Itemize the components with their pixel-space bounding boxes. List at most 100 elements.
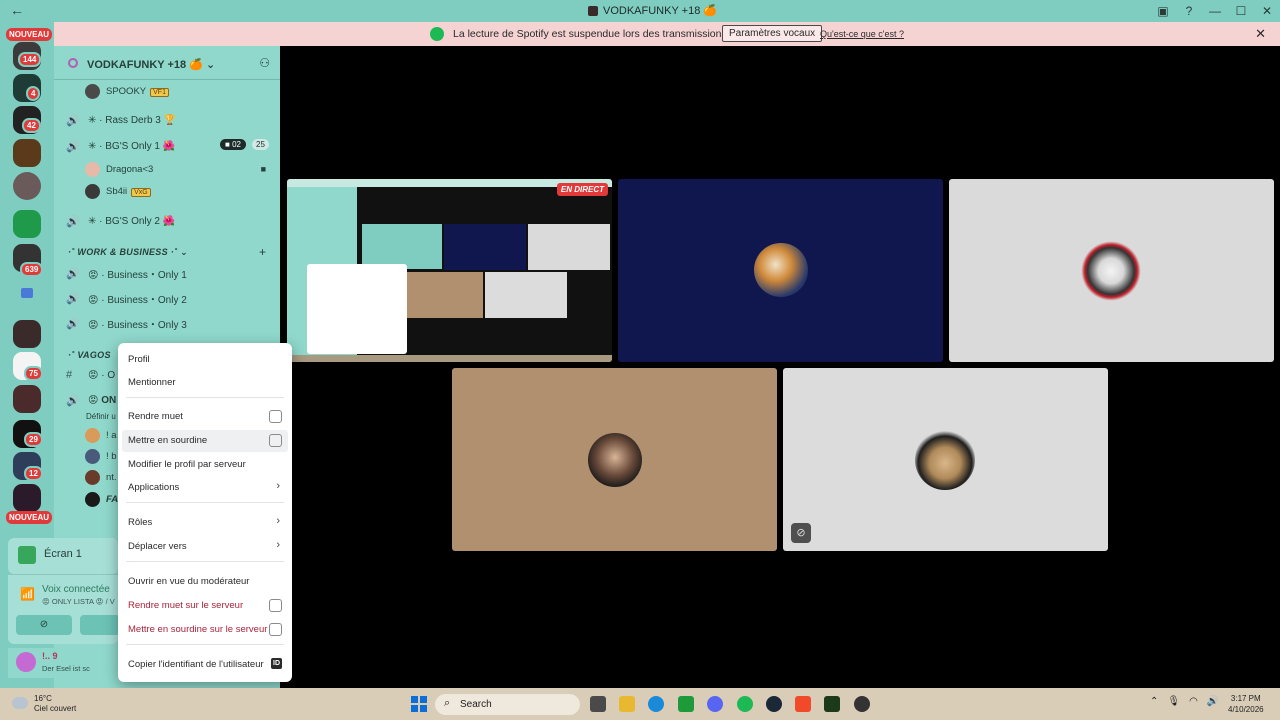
voice-user[interactable]: Sb4ii VxG: [54, 181, 280, 201]
whats-this-link[interactable]: Qu'est-ce que c'est ?: [820, 29, 904, 39]
menu-item-copy-user-id[interactable]: Copier l'identifiant de l'utilisateur ID: [122, 654, 288, 676]
voice-channel[interactable]: 🔊 ✳ · Rass Derb 3 🏆: [54, 110, 280, 130]
edge-icon[interactable]: [648, 696, 664, 712]
clock-date: 4/10/2026: [1228, 705, 1264, 714]
chevron-up-icon[interactable]: ⌃: [1150, 696, 1158, 707]
menu-item-roles[interactable]: Rôles ›: [122, 512, 288, 534]
server-badge: 639: [20, 262, 44, 277]
inbox-icon[interactable]: ▣: [1150, 4, 1176, 18]
menu-divider: [126, 502, 284, 503]
minimize-button[interactable]: —: [1202, 4, 1228, 18]
stream-preview-menu: [307, 264, 407, 354]
discord-icon[interactable]: [707, 696, 723, 712]
user-context-menu: Profil Mentionner Rendre muet Mettre en …: [118, 343, 292, 682]
voice-user-name: nt.: [106, 471, 117, 483]
server-boost-icon: [68, 58, 78, 68]
video-tile[interactable]: [452, 368, 777, 551]
file-explorer-icon[interactable]: [619, 696, 635, 712]
server-badge: 75: [24, 366, 43, 381]
stop-video-button[interactable]: ⊘: [16, 615, 72, 635]
app-icon[interactable]: [854, 696, 870, 712]
maximize-button[interactable]: ☐: [1228, 4, 1254, 18]
server-icon[interactable]: [13, 210, 41, 238]
speaker-icon: 🔊: [66, 267, 80, 280]
task-view-icon[interactable]: [590, 696, 606, 712]
speaker-icon: 🔊: [66, 114, 80, 127]
clock-time: 3:17 PM: [1230, 694, 1261, 703]
window-titlebar: ← VODKAFUNKY +18 🍊 ▣ ? — ☐ ✕: [0, 0, 1280, 22]
voice-user[interactable]: SPOOKY VF1: [54, 81, 280, 101]
voice-channel[interactable]: 🔊 😡 · Business・Only 1: [54, 263, 280, 283]
taskbar-search[interactable]: ⌕ Search: [435, 694, 580, 715]
stream-preview-tile: [444, 224, 526, 270]
video-tile[interactable]: [618, 179, 943, 362]
close-window-button[interactable]: ✕: [1254, 4, 1280, 18]
mute-checkbox[interactable]: [269, 410, 282, 423]
server-icon[interactable]: [13, 320, 41, 348]
menu-divider: [126, 397, 284, 398]
volume-icon[interactable]: 🔊: [1207, 696, 1219, 707]
user-panel[interactable]: !.. 9 Der Esel ist sc: [8, 648, 118, 678]
channel-name: 😡 · Business・Only 2: [88, 294, 187, 306]
video-tile[interactable]: ⊘: [783, 368, 1108, 551]
channel-name: ✳ · BG'S Only 1 🌺: [88, 140, 176, 152]
voice-user-name: ! b: [106, 450, 117, 462]
terminal-icon[interactable]: [824, 696, 840, 712]
voice-user[interactable]: Dragona<3 ■: [54, 159, 280, 179]
avatar: [85, 183, 100, 199]
server-deafen-checkbox[interactable]: [269, 623, 282, 636]
menu-item-server-mute[interactable]: Rendre muet sur le serveur: [122, 595, 288, 617]
help-icon[interactable]: ?: [1176, 4, 1202, 18]
brave-icon[interactable]: [795, 696, 811, 712]
channel-name: 😡 · Business・Only 1: [88, 269, 187, 281]
menu-item-profile[interactable]: Profil: [122, 349, 288, 371]
menu-item-applications[interactable]: Applications ›: [122, 477, 288, 499]
window-title: VODKAFUNKY +18 🍊: [588, 4, 717, 17]
add-channel-icon[interactable]: +: [259, 245, 266, 259]
clock[interactable]: 3:17 PM 4/10/2026: [1228, 693, 1264, 715]
xbox-icon[interactable]: [678, 696, 694, 712]
voice-settings-button[interactable]: Paramètres vocaux: [722, 25, 823, 42]
voice-channel[interactable]: 🔊 😡 · Business・Only 3: [54, 313, 280, 333]
menu-item-deafen[interactable]: Mettre en sourdine: [122, 430, 288, 452]
start-button[interactable]: [411, 696, 427, 712]
new-badge: NOUVEAU: [6, 511, 53, 524]
microphone-icon[interactable]: 🎙: [1167, 696, 1180, 707]
menu-item-mute[interactable]: Rendre muet: [122, 406, 288, 428]
voice-connected-channel: 😡 ONLY LISTA 😡 / V: [42, 597, 115, 606]
server-name: VODKAFUNKY +18 🍊 ⌄: [87, 59, 216, 71]
stream-tile[interactable]: EN DIRECT: [287, 179, 612, 362]
menu-item-mention[interactable]: Mentionner: [122, 372, 288, 394]
screen-share-panel[interactable]: Écran 1: [8, 538, 118, 574]
camera-icon: ■: [260, 164, 266, 174]
screen-share-icon: [18, 546, 36, 564]
server-icon[interactable]: [13, 172, 41, 200]
server-mute-checkbox[interactable]: [269, 599, 282, 612]
share-screen-button[interactable]: [80, 615, 120, 635]
video-tile[interactable]: [949, 179, 1274, 362]
participant-avatar: [754, 243, 808, 297]
server-icon[interactable]: [13, 139, 41, 167]
voice-channel[interactable]: 🔊 ✳ · BG'S Only 1 🌺 ■ 02 25: [54, 136, 280, 156]
voice-user-name: Sb4ii VxG: [106, 186, 151, 197]
server-badge: 144: [18, 52, 42, 67]
category-work-business[interactable]: ·˚ WORK & BUSINESS ·˚ ⌄ +: [54, 242, 280, 262]
add-member-icon[interactable]: ⚇: [259, 56, 270, 70]
weather-temp: 16°C: [34, 694, 52, 703]
menu-item-moderator-view[interactable]: Ouvrir en vue du modérateur: [122, 571, 288, 593]
steam-icon[interactable]: [766, 696, 782, 712]
menu-item-move-to[interactable]: Déplacer vers ›: [122, 536, 288, 558]
server-icon[interactable]: [13, 385, 41, 413]
menu-item-server-deafen[interactable]: Mettre en sourdine sur le serveur: [122, 619, 288, 641]
spotify-taskbar-icon[interactable]: [737, 696, 753, 712]
server-header[interactable]: VODKAFUNKY +18 🍊 ⌄ ⚇: [54, 46, 280, 80]
close-notice-icon[interactable]: ✕: [1255, 26, 1266, 42]
deafen-checkbox[interactable]: [269, 434, 282, 447]
server-icon[interactable]: [13, 484, 41, 512]
back-arrow-icon[interactable]: ←: [10, 2, 24, 18]
voice-channel[interactable]: 🔊 😡 · Business・Only 2: [54, 288, 280, 308]
menu-item-edit-server-profile[interactable]: Modifier le profil par serveur: [122, 454, 288, 476]
folder-icon[interactable]: [21, 288, 33, 298]
wifi-icon[interactable]: ◠: [1189, 696, 1198, 707]
voice-channel[interactable]: 🔊 ✳ · BG'S Only 2 🌺: [54, 211, 280, 231]
